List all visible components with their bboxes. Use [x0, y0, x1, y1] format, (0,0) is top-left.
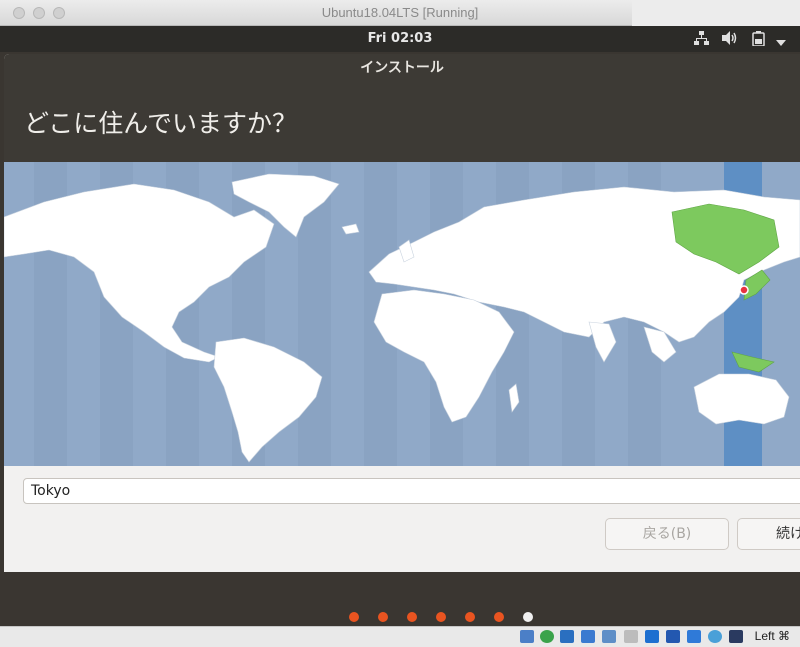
location-pin-icon	[739, 285, 749, 295]
progress-dot	[494, 612, 504, 622]
installer-header: どこに住んでいますか？	[4, 82, 800, 162]
shared-folder-icon[interactable]	[624, 630, 638, 643]
optical-drive-icon[interactable]	[540, 630, 554, 643]
battery-icon[interactable]	[752, 31, 766, 50]
back-button[interactable]: 戻る(B)	[605, 518, 729, 550]
network-adapter-icon[interactable]	[581, 630, 595, 643]
clock[interactable]: Fri 02:03	[0, 31, 800, 46]
storage-icon[interactable]	[520, 630, 534, 643]
ubuntu-top-bar: Fri 02:03	[0, 26, 800, 52]
timezone-map[interactable]	[4, 162, 800, 466]
dropdown-arrow-icon[interactable]	[776, 35, 786, 50]
display-icon[interactable]	[645, 630, 659, 643]
continue-button[interactable]: 続け	[737, 518, 800, 550]
progress-dot	[349, 612, 359, 622]
location-input[interactable]: Tokyo	[23, 478, 800, 504]
progress-dot	[465, 612, 475, 622]
progress-dot	[436, 612, 446, 622]
cpu-icon[interactable]	[687, 630, 701, 643]
vbox-status-bar: Left ⌘	[0, 626, 800, 647]
location-input-value: Tokyo	[31, 483, 71, 499]
progress-dot	[407, 612, 417, 622]
usb-icon[interactable]	[602, 630, 616, 643]
host-key-arrow-icon[interactable]	[729, 630, 743, 643]
installer-window-title: インストール	[4, 54, 800, 82]
volume-icon[interactable]	[722, 31, 738, 49]
install-progress-dots	[0, 612, 800, 624]
progress-dot	[523, 612, 533, 622]
world-map-graphic	[4, 162, 800, 466]
installer-window: インストール どこに住んでいますか？ Tokyo 戻る(B) 続け	[4, 54, 800, 572]
host-key-label: Left ⌘	[754, 629, 790, 643]
video-capture-icon[interactable]	[666, 630, 680, 643]
vm-titlebar: Ubuntu18.04LTS [Running]	[0, 0, 800, 26]
mouse-integration-icon[interactable]	[708, 630, 722, 643]
network-icon[interactable]	[694, 31, 709, 49]
progress-dot	[378, 612, 388, 622]
titlebar-blank-area	[632, 0, 800, 26]
audio-icon[interactable]	[560, 630, 574, 643]
page-question: どこに住んでいますか？	[24, 109, 298, 138]
